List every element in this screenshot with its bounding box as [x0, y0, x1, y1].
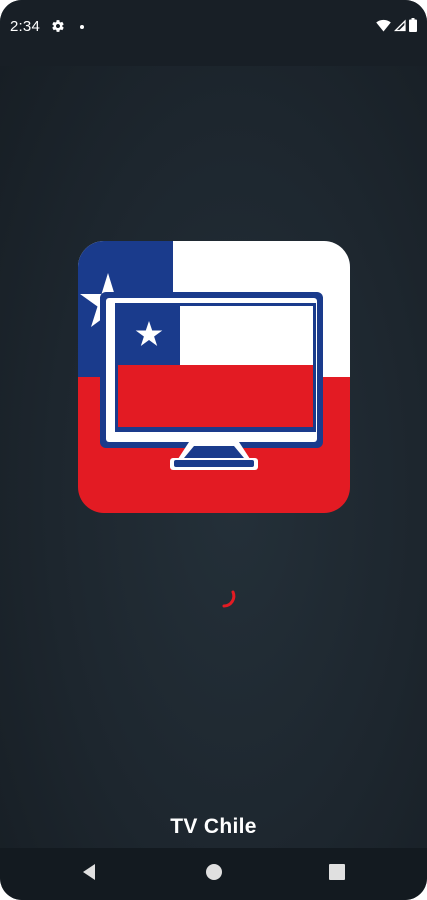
back-icon[interactable]	[80, 862, 98, 887]
status-time: 2:34	[10, 18, 40, 35]
chile-tv-app-icon	[78, 241, 350, 513]
app-name-label: TV Chile	[170, 815, 257, 838]
home-icon[interactable]	[204, 862, 224, 887]
notification-dot	[80, 25, 84, 29]
battery-icon	[409, 18, 417, 37]
navigation-bar	[0, 848, 427, 900]
status-icons	[376, 18, 417, 37]
wifi-icon	[376, 19, 391, 37]
loading-spinner	[210, 582, 240, 612]
splash-screen: 2:34 TV Chile	[0, 0, 427, 900]
status-bar: 2:34	[0, 0, 427, 66]
signal-icon	[393, 18, 406, 37]
recents-icon[interactable]	[328, 862, 346, 887]
settings-icon	[51, 19, 65, 38]
